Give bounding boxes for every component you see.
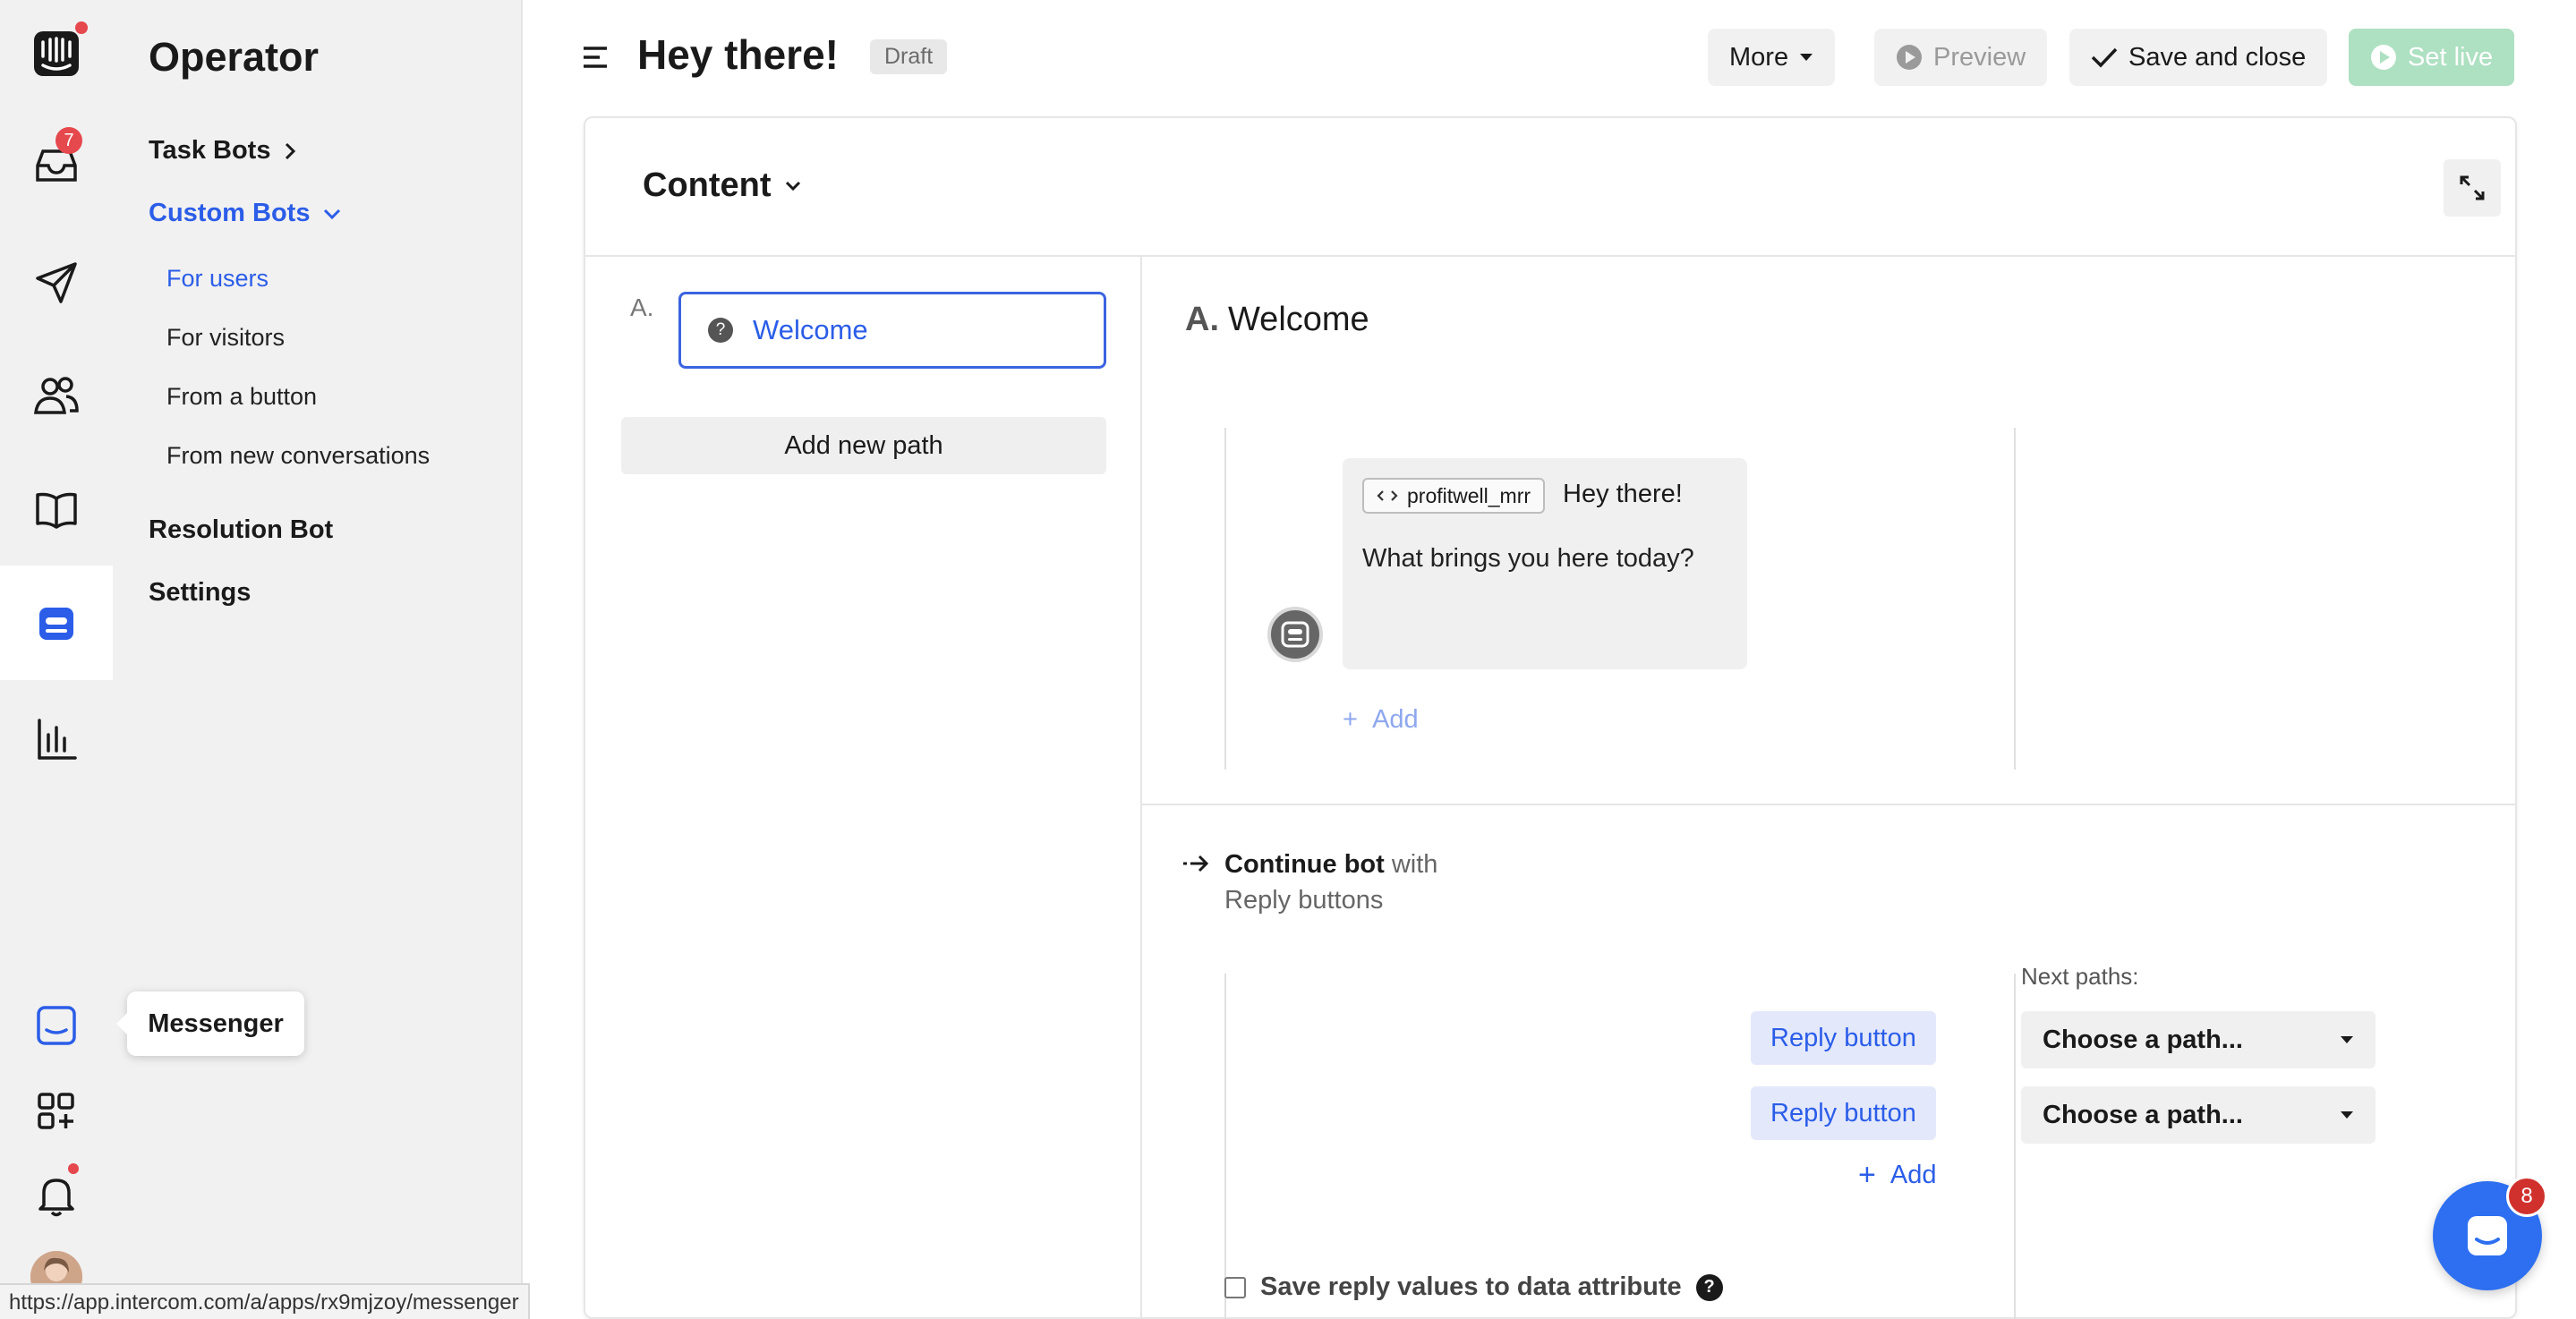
- nav-settings-label: Settings: [149, 578, 252, 607]
- play-circle-icon: [1897, 45, 1922, 70]
- contacts-icon[interactable]: [21, 360, 92, 431]
- chevron-down-icon: [324, 208, 341, 219]
- caret-down-icon: [1800, 54, 1813, 61]
- plus-icon: +: [1343, 705, 1358, 734]
- chevron-down-icon: [785, 181, 800, 191]
- next-paths-label: Next paths:: [2021, 963, 2139, 990]
- content-dropdown[interactable]: Content: [643, 166, 802, 205]
- path-item-label: Welcome: [753, 314, 868, 345]
- path-letter: A.: [630, 294, 654, 321]
- outbound-send-icon[interactable]: [21, 247, 92, 319]
- nav-resolution-bot-label: Resolution Bot: [149, 515, 334, 544]
- caret-down-icon: [2341, 1111, 2353, 1119]
- nav-task-bots[interactable]: Task Bots: [149, 136, 297, 166]
- add-reply-button[interactable]: + Add: [1858, 1158, 1936, 1193]
- status-badge: Draft: [870, 39, 948, 74]
- add-message-label: Add: [1372, 705, 1419, 734]
- more-button-label: More: [1729, 42, 1789, 72]
- apps-grid-icon[interactable]: [21, 1076, 92, 1147]
- next-path-select-value: Choose a path...: [2043, 1025, 2243, 1054]
- operator-bot-icon[interactable]: [21, 587, 92, 659]
- icon-rail: 7: [0, 0, 113, 1319]
- expand-arrows-icon: [2460, 175, 2485, 200]
- chevron-right-icon: [286, 142, 296, 159]
- operator-subnav: Operator Task Bots Custom Bots For users…: [113, 0, 523, 1319]
- message-question: What brings you here today?: [1362, 544, 1694, 573]
- step-letter: A.: [1185, 301, 1219, 338]
- dashed-arrow-icon: [1183, 855, 1209, 872]
- nav-task-bots-label: Task Bots: [149, 136, 271, 165]
- preview-button-label: Preview: [1933, 42, 2026, 72]
- question-icon: ?: [708, 318, 733, 343]
- next-path-select-value: Choose a path...: [2043, 1100, 2243, 1129]
- message-bubble[interactable]: profitwell_mrr Hey there! What brings yo…: [1343, 458, 1747, 669]
- subnav-title: Operator: [149, 34, 320, 80]
- knowledge-book-icon[interactable]: [21, 474, 92, 546]
- expand-button[interactable]: [2444, 159, 2501, 217]
- menu-toggle-icon[interactable]: [582, 45, 609, 70]
- set-live-button[interactable]: Set live: [2349, 29, 2515, 86]
- nav-resolution-bot[interactable]: Resolution Bot: [149, 515, 333, 545]
- path-item-welcome[interactable]: ? Welcome: [678, 292, 1106, 369]
- next-path-select[interactable]: Choose a path...: [2021, 1086, 2376, 1144]
- preview-button[interactable]: Preview: [1874, 29, 2048, 86]
- status-url-bar: https://app.intercom.com/a/apps/rx9mjzoy…: [0, 1283, 530, 1319]
- next-path-select[interactable]: Choose a path...: [2021, 1011, 2376, 1068]
- bot-avatar-icon: [1267, 607, 1323, 662]
- save-close-button[interactable]: Save and close: [2069, 29, 2328, 86]
- nav-from-new-conversations[interactable]: From new conversations: [166, 442, 430, 470]
- set-live-button-label: Set live: [2408, 42, 2494, 72]
- nav-custom-bots-label: Custom Bots: [149, 199, 311, 227]
- continue-bot-label: Continue bot: [1224, 850, 1385, 879]
- save-close-button-label: Save and close: [2128, 42, 2307, 72]
- launcher-badge: 8: [2506, 1176, 2547, 1217]
- add-message-button[interactable]: + Add: [1343, 705, 1419, 735]
- play-circle-icon: [2371, 45, 2396, 70]
- reply-button[interactable]: Reply button: [1751, 1011, 1936, 1065]
- message-greeting: Hey there!: [1563, 480, 1683, 508]
- notifications-bell-icon[interactable]: [21, 1160, 92, 1231]
- nav-settings[interactable]: Settings: [149, 578, 251, 608]
- nav-from-button[interactable]: From a button: [166, 383, 317, 411]
- caret-down-icon: [2341, 1036, 2353, 1043]
- messenger-tooltip: Messenger: [116, 991, 304, 1056]
- bell-notification-dot: [68, 1163, 79, 1174]
- section-divider: [1142, 804, 2517, 805]
- chat-launcher-icon: [2468, 1216, 2507, 1255]
- nav-custom-bots[interactable]: Custom Bots: [149, 199, 342, 228]
- add-reply-label: Add: [1889, 1161, 1937, 1189]
- code-icon: [1377, 490, 1398, 501]
- continue-bot-section: Continue bot with Reply buttons: [1181, 847, 1437, 918]
- nav-for-users[interactable]: For users: [166, 265, 269, 293]
- step-title: A. Welcome: [1185, 301, 1369, 339]
- attribute-chip[interactable]: profitwell_mrr: [1362, 478, 1546, 514]
- card-header: Content: [585, 118, 2515, 257]
- add-new-path-button[interactable]: Add new path: [621, 417, 1106, 474]
- continue-with-label: with: [1391, 850, 1438, 879]
- messenger-icon[interactable]: [21, 990, 92, 1061]
- help-icon[interactable]: ?: [1695, 1273, 1723, 1301]
- page-title: Hey there!: [637, 31, 839, 78]
- inbox-badge: 7: [55, 127, 82, 154]
- content-dropdown-label: Content: [643, 166, 772, 204]
- plus-icon: +: [1858, 1158, 1876, 1192]
- page-header: Hey there! Draft More Preview Save and c…: [523, 0, 2576, 115]
- save-reply-values-label: Save reply values to data attribute: [1260, 1272, 1682, 1301]
- reply-buttons-type[interactable]: Reply buttons: [1224, 882, 1437, 918]
- step-title-label: Welcome: [1228, 301, 1369, 338]
- reports-chart-icon[interactable]: [21, 703, 92, 775]
- logo-notification-dot: [75, 21, 88, 34]
- attribute-chip-label: profitwell_mrr: [1407, 483, 1531, 507]
- more-button[interactable]: More: [1708, 29, 1836, 86]
- nav-for-visitors[interactable]: For visitors: [166, 324, 285, 352]
- checkmark-icon: [2091, 47, 2118, 68]
- save-reply-values-option: Save reply values to data attribute ?: [1224, 1272, 1723, 1302]
- bot-editor-card: Content A. ? Welcome Add new path A. Welc…: [584, 116, 2517, 1319]
- save-reply-values-checkbox[interactable]: [1224, 1276, 1246, 1298]
- reply-button[interactable]: Reply button: [1751, 1086, 1936, 1140]
